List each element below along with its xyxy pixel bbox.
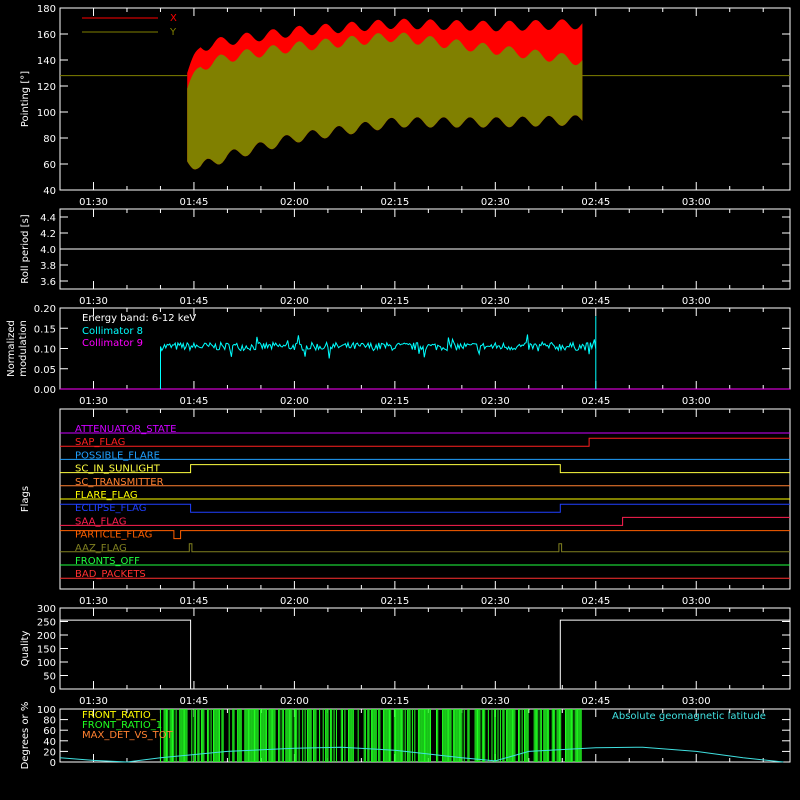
y-tick-label: 3.6: [40, 277, 56, 288]
x-tick-label: 01:30: [79, 596, 108, 607]
y-tick-label: 150: [37, 645, 56, 656]
x-tick-label: 02:45: [581, 197, 610, 208]
x-tick-label: 03:00: [682, 197, 711, 208]
y-tick-label: 140: [37, 56, 56, 67]
x-tick-label: 01:30: [79, 197, 108, 208]
x-tick-label: 01:45: [180, 696, 209, 707]
y-tick-label: 100: [37, 108, 56, 119]
y-tick-label: 40: [43, 737, 56, 748]
y-tick-label: 80: [43, 134, 56, 145]
y-tick-label: 50: [43, 672, 56, 683]
x-tick-label: 02:45: [581, 596, 610, 607]
y-tick-label: 4.0: [40, 245, 56, 256]
flag-line: [60, 530, 790, 540]
x-tick-label: 02:00: [280, 696, 309, 707]
x-tick-label: 01:45: [180, 596, 209, 607]
y-tick-label: 100: [37, 705, 56, 716]
panel-3: 0.00 0.05 0.10 0.15 0.20 Normalized modulation…: [6, 304, 791, 407]
flag-label: PARTICLE_FLAG: [75, 530, 152, 541]
y-tick-label: 40: [43, 186, 56, 197]
y-tick-label: 300: [37, 604, 56, 615]
y-tick-label: 120: [37, 82, 56, 93]
panel-1: 40 60 80 100 120 140 160 180 Pointing [°] XY 01:30…: [20, 4, 791, 208]
rhessi-quicklook-figure: 40 60 80 100 120 140 160 180 Pointing [°] X Y 01:30…: [0, 0, 800, 800]
flag-line: [60, 464, 790, 474]
y-axis-label: Degrees or %: [20, 702, 31, 770]
panel-6: 020406080100Degrees or % FRONT_RATIO_FRON…: [20, 702, 791, 770]
x-tick-label: 01:45: [180, 396, 209, 407]
legend-label: Absolute geomagnetic latitude: [612, 711, 766, 722]
x-tick-label: 02:00: [280, 396, 309, 407]
y-tick-label: 200: [37, 631, 56, 642]
y-tick-label: 4.4: [40, 213, 56, 224]
panel-4: FlagsATTENUATOR_STATESAP_FLAGPOSSIBLE_FL…: [20, 408, 791, 607]
x-tick-label: 02:30: [481, 596, 510, 607]
x-tick-label: 02:45: [581, 396, 610, 407]
x-tick-label: 02:30: [481, 296, 510, 307]
figure-canvas: 406080100120140160180Pointing [°]XY01:30…: [6, 4, 791, 770]
x-tick-label: 02:00: [280, 296, 309, 307]
y-tick-label: 0.20: [34, 304, 56, 315]
x-tick-label: 01:30: [79, 396, 108, 407]
x-tick-label: 02:45: [581, 696, 610, 707]
y-tick-label: 180: [37, 4, 56, 15]
y-tick-label: 0.05: [34, 365, 56, 376]
y-axis-label: Roll period [s]: [20, 214, 31, 283]
y-tick-label: 60: [43, 726, 56, 737]
flag-line: [60, 543, 790, 553]
x-tick-label: 01:30: [79, 696, 108, 707]
legend-label: MAX_DET_VS_TOT: [82, 730, 174, 741]
x-tick-label: 02:15: [380, 296, 409, 307]
x-tick-label: 01:45: [180, 296, 209, 307]
x-tick-label: 02:15: [380, 197, 409, 208]
y-tick-label: 160: [37, 30, 56, 41]
x-tick-label: 02:30: [481, 197, 510, 208]
x-tick-label: 02:30: [481, 396, 510, 407]
x-tick-label: 03:00: [682, 696, 711, 707]
y-tick-label: 0: [50, 758, 56, 769]
flag-line: [60, 516, 790, 526]
y-tick-label: 100: [37, 658, 56, 669]
x-tick-label: 02:00: [280, 596, 309, 607]
x-tick-label: 01:45: [180, 197, 209, 208]
collimator-8-line: [160, 316, 597, 389]
panel-5: 0 50 100 150 200 250 300 Quality 01:30 01:45 02:00…: [20, 604, 791, 707]
y-axis-label: Quality: [20, 631, 31, 667]
x-tick-label: 02:15: [380, 396, 409, 407]
energy-band-annotation: Energy band: 6-12 keV: [82, 313, 196, 324]
legend-label: Collimator 9: [82, 338, 143, 349]
y-tick-label: 0.15: [34, 324, 56, 335]
x-tick-label: 03:00: [682, 396, 711, 407]
y-tick-label: 0.10: [34, 345, 56, 356]
y-tick-label: 0.00: [34, 385, 56, 396]
y-tick-label: 20: [43, 747, 56, 758]
y-tick-label: 60: [43, 160, 56, 171]
flag-line: [60, 503, 790, 513]
y-axis-label: Flags: [20, 486, 31, 512]
x-tick-label: 02:15: [380, 596, 409, 607]
legend-label: Y: [169, 27, 177, 38]
y-tick-label: 4.2: [40, 229, 56, 240]
x-tick-label: 02:45: [581, 296, 610, 307]
quality-line: [60, 619, 790, 690]
y-axis-label: modulation: [18, 320, 29, 377]
x-tick-label: 01:30: [79, 296, 108, 307]
flag-label: ECLIPSE_FLAG: [75, 503, 146, 514]
legend-label: X: [170, 13, 177, 24]
y-axis-label: Pointing [°]: [20, 71, 31, 127]
y-axis-label: Normalized: [6, 320, 17, 377]
x-tick-label: 02:00: [280, 197, 309, 208]
x-tick-label: 02:15: [380, 696, 409, 707]
x-tick-label: 03:00: [682, 596, 711, 607]
x-tick-label: 03:00: [682, 296, 711, 307]
flag-line: [60, 437, 790, 447]
y-tick-label: 0: [50, 685, 56, 696]
y-tick-label: 80: [43, 716, 56, 727]
y-tick-label: 3.8: [40, 261, 56, 272]
y-tick-label: 250: [37, 618, 56, 629]
x-tick-label: 02:30: [481, 696, 510, 707]
panel-2: 3.6 3.8 4.0 4.2 4.4 Roll period [s] 01:30 01:45…: [20, 208, 791, 307]
legend-label: Collimator 8: [82, 326, 143, 337]
